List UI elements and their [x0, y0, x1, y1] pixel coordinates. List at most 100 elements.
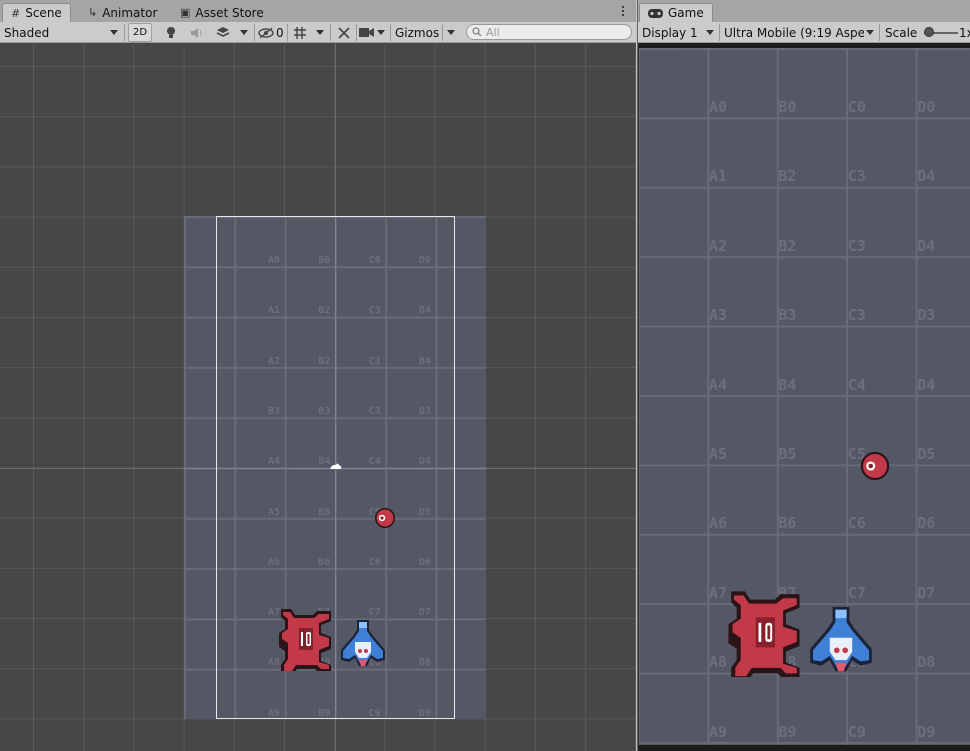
- wrench-icon: [338, 26, 350, 39]
- tile-label: B0: [778, 98, 797, 116]
- tile-label: A2: [709, 236, 728, 255]
- tile-label: D9: [917, 722, 936, 741]
- chevron-down-icon: [866, 30, 874, 35]
- aspect-dropdown[interactable]: Ultra Mobile (9:19 Aspect): [720, 23, 878, 42]
- tile-label: D7: [917, 583, 936, 602]
- toolbar-divider: [356, 24, 357, 41]
- chevron-down-icon: [240, 30, 248, 35]
- chevron-down-icon: [706, 30, 714, 35]
- scale-label-wrap: Scale: [885, 23, 921, 42]
- tile-label: B4: [778, 375, 797, 394]
- camera-pivot-icon[interactable]: [329, 462, 343, 472]
- scene-tabbar: # Scene ↳ Animator ▣ Asset Store: [0, 0, 636, 22]
- tab-animator-label: Animator: [102, 5, 158, 20]
- tab-asset-store[interactable]: ▣ Asset Store: [172, 3, 272, 22]
- speaker-icon: [191, 27, 202, 38]
- tools-button[interactable]: [334, 23, 354, 42]
- scene-panel-menu-icon[interactable]: [617, 4, 629, 18]
- toggle-2d-button[interactable]: 2D: [128, 23, 152, 42]
- scene-search-input[interactable]: All: [466, 24, 632, 40]
- toolbar-divider: [287, 24, 288, 41]
- tile-label: A1: [709, 167, 728, 186]
- tile-label: C0: [847, 98, 866, 116]
- tab-game-label: Game: [668, 6, 704, 20]
- toggle-2d-label: 2D: [132, 27, 148, 38]
- tab-scene[interactable]: # Scene: [2, 3, 71, 22]
- tile-label: D0: [917, 98, 936, 116]
- enemy-tank-sprite[interactable]: [723, 585, 805, 677]
- grid-dropdown[interactable]: [312, 23, 328, 42]
- audio-toggle-button[interactable]: [186, 23, 208, 42]
- display-label: Display 1: [642, 25, 698, 40]
- tile-label: D3: [917, 306, 936, 325]
- grid-toggle-button[interactable]: [290, 23, 310, 42]
- aspect-label: Ultra Mobile (9:19 Aspect): [724, 25, 864, 40]
- effects-dropdown[interactable]: [236, 23, 252, 42]
- camera-icon: [359, 28, 374, 37]
- grid-snap-icon: [294, 26, 306, 39]
- gamepad-icon: [648, 8, 663, 18]
- tab-animator[interactable]: ↳ Animator: [80, 3, 165, 22]
- toolbar-divider: [124, 24, 125, 41]
- bag-icon: ▣: [180, 6, 191, 19]
- tile-label: B2: [778, 167, 797, 186]
- gizmos-label: Gizmos: [395, 25, 440, 40]
- tile-label: C7: [847, 583, 866, 602]
- tile-label: D8: [917, 653, 936, 672]
- scene-viewport[interactable]: A0 B0 C0 D0 A1 B2 C3 D4 A2 B2 C3 B4 B3 B3 C3 D3 A4 B4 C4 D4…: [0, 44, 636, 751]
- tile-label: B9: [778, 722, 797, 741]
- tile-label: D4: [917, 167, 936, 186]
- scene-visibility-toggle[interactable]: 0: [258, 23, 284, 42]
- gizmos-dropdown[interactable]: [443, 23, 459, 42]
- enemy-drone-sprite[interactable]: [373, 506, 397, 530]
- scale-value: 1x: [959, 25, 970, 40]
- tile-label: A5: [709, 445, 728, 463]
- game-view-border-bottom: [639, 745, 970, 751]
- tile-label: C3: [847, 306, 866, 325]
- gizmos-button[interactable]: Gizmos: [391, 23, 441, 42]
- scale-label: Scale: [885, 25, 918, 40]
- scene-panel: # Scene ↳ Animator ▣ Asset Store Shaded …: [0, 0, 636, 751]
- player-ship-sprite[interactable]: [806, 604, 876, 677]
- search-icon: [472, 27, 482, 37]
- game-panel: Game Display 1 Ultra Mobile (9:19 Aspect…: [637, 0, 970, 751]
- lightbulb-icon: [167, 27, 175, 38]
- tile-label: A0: [709, 98, 728, 116]
- tile-label: C9: [847, 722, 866, 741]
- tile-label: D4: [917, 375, 936, 394]
- tab-asset-store-label: Asset Store: [195, 5, 264, 20]
- tile-label: D4: [917, 236, 936, 255]
- lighting-toggle-button[interactable]: [160, 23, 182, 42]
- tile-label: D5: [917, 445, 936, 463]
- camera-settings-dropdown[interactable]: [359, 23, 389, 42]
- tab-game[interactable]: Game: [639, 3, 713, 22]
- effects-toggle-button[interactable]: [212, 23, 234, 42]
- tile-label: B5: [778, 445, 797, 463]
- player-ship-sprite[interactable]: [338, 618, 388, 670]
- tile-label: A4: [709, 375, 728, 394]
- tile-label: B3: [778, 306, 797, 325]
- game-viewport[interactable]: A0 B0 C0 D0 A1 B2 C3 D4 A2 B2 C3 D4 A3 B3 C3 D3 A4 B4 C4 D4…: [639, 48, 970, 745]
- toolbar-divider: [330, 24, 331, 41]
- chevron-down-icon: [377, 30, 385, 35]
- hidden-object-count: 0: [276, 25, 284, 40]
- game-panel-menu-icon[interactable]: [954, 4, 966, 18]
- scale-slider[interactable]: [922, 23, 958, 42]
- tile-label: C6: [847, 514, 866, 533]
- display-dropdown[interactable]: Display 1: [638, 23, 718, 42]
- enemy-drone-sprite[interactable]: [858, 449, 892, 483]
- scale-slider-knob[interactable]: [924, 27, 934, 37]
- scene-toolbar: Shaded 2D 0 Gizmos All: [0, 22, 636, 43]
- chevron-down-icon: [447, 30, 455, 35]
- tile-label: C3: [847, 236, 866, 255]
- toolbar-divider: [254, 24, 255, 41]
- eye-hidden-icon: [258, 26, 274, 39]
- tile-label: A9: [709, 722, 728, 741]
- grid-icon: #: [11, 6, 21, 20]
- enemy-tank-sprite[interactable]: [275, 605, 335, 671]
- scene-search-placeholder: All: [486, 25, 500, 39]
- tile-label: C4: [847, 375, 866, 394]
- shading-mode-dropdown[interactable]: Shaded: [0, 23, 122, 42]
- tile-label: B6: [778, 514, 797, 533]
- game-toolbar: Display 1 Ultra Mobile (9:19 Aspect) Sca…: [638, 22, 970, 43]
